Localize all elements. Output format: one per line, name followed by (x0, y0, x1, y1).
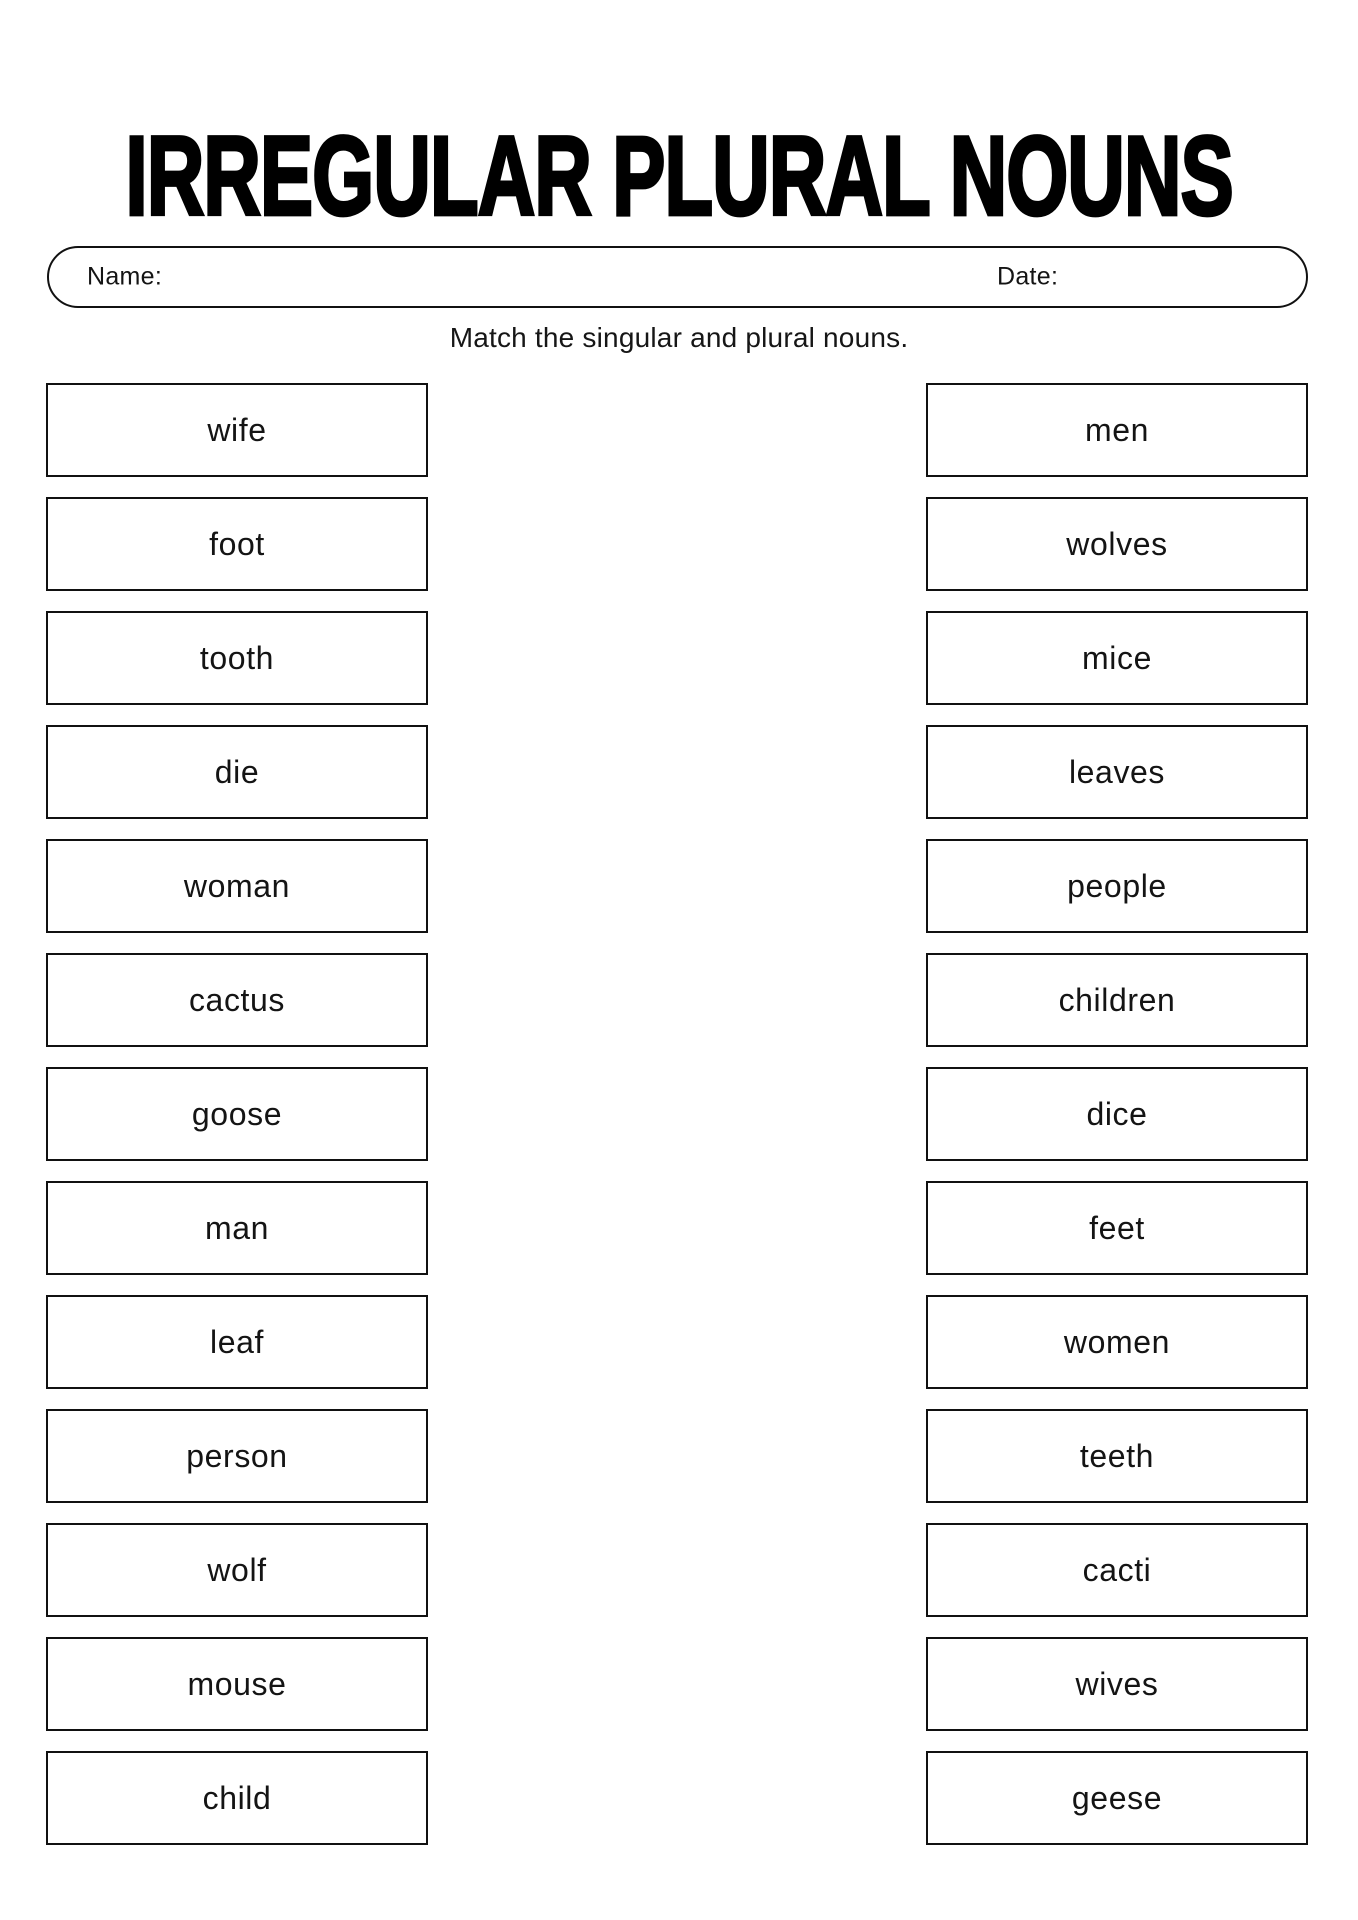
plural-noun-column: men wolves mice leaves people children dice fee… (926, 383, 1308, 1845)
singular-word-label: child (202, 1780, 272, 1816)
singular-word-label: cactus (188, 982, 286, 1018)
singular-word-box[interactable]: goose (46, 1067, 428, 1161)
instruction-text: Match the singular and plural nouns. (449, 322, 909, 353)
singular-word-box[interactable]: foot (46, 497, 428, 591)
plural-word-label: teeth (1079, 1438, 1155, 1474)
plural-word-box[interactable]: dice (926, 1067, 1308, 1161)
plural-word-box[interactable]: people (926, 839, 1308, 933)
plural-word-box[interactable]: men (926, 383, 1308, 477)
plural-word-box[interactable]: geese (926, 1751, 1308, 1845)
name-date-bar: Name: Date: (47, 246, 1308, 308)
plural-word-box[interactable]: wives (926, 1637, 1308, 1731)
plural-word-label: wolves (1066, 526, 1168, 562)
singular-word-label: wife (207, 412, 267, 448)
singular-word-box[interactable]: wolf (46, 1523, 428, 1617)
singular-word-label: wolf (207, 1552, 267, 1588)
singular-word-box[interactable]: child (46, 1751, 428, 1845)
singular-word-box[interactable]: tooth (46, 611, 428, 705)
plural-word-box[interactable]: teeth (926, 1409, 1308, 1503)
plural-word-box[interactable]: feet (926, 1181, 1308, 1275)
singular-word-box[interactable]: mouse (46, 1637, 428, 1731)
plural-word-label: women (1063, 1324, 1171, 1360)
plural-word-label: cacti (1082, 1552, 1152, 1588)
plural-word-box[interactable]: cacti (926, 1523, 1308, 1617)
singular-word-label: die (214, 754, 260, 790)
singular-word-label: mouse (187, 1666, 287, 1702)
plural-word-box[interactable]: leaves (926, 725, 1308, 819)
singular-word-box[interactable]: person (46, 1409, 428, 1503)
plural-word-label: feet (1089, 1210, 1145, 1246)
plural-word-label: wives (1075, 1666, 1159, 1702)
plural-word-label: leaves (1068, 754, 1166, 790)
plural-word-box[interactable]: children (926, 953, 1308, 1047)
plural-word-label: geese (1071, 1780, 1163, 1816)
plural-word-label: mice (1082, 640, 1152, 676)
singular-word-box[interactable]: die (46, 725, 428, 819)
singular-noun-column: wife foot tooth die woman cactus goose man leaf p… (46, 383, 428, 1845)
singular-word-label: person (186, 1438, 288, 1474)
singular-word-label: foot (209, 526, 265, 562)
singular-word-label: tooth (199, 640, 275, 676)
date-label: Date: (997, 262, 1059, 291)
plural-word-label: children (1058, 982, 1176, 1018)
plural-word-box[interactable]: wolves (926, 497, 1308, 591)
singular-word-label: woman (183, 868, 291, 904)
plural-word-box[interactable]: mice (926, 611, 1308, 705)
plural-word-label: men (1084, 412, 1150, 448)
singular-word-box[interactable]: cactus (46, 953, 428, 1047)
singular-word-label: goose (191, 1096, 283, 1132)
plural-word-label: people (1067, 868, 1167, 904)
singular-word-box[interactable]: wife (46, 383, 428, 477)
plural-word-box[interactable]: women (926, 1295, 1308, 1389)
plural-word-label: dice (1086, 1096, 1148, 1132)
singular-word-box[interactable]: leaf (46, 1295, 428, 1389)
singular-word-label: leaf (210, 1324, 264, 1360)
name-label: Name: (87, 262, 163, 291)
page-title: IRREGULAR PLURAL NOUNS (124, 112, 1235, 239)
singular-word-label: man (204, 1210, 270, 1246)
singular-word-box[interactable]: woman (46, 839, 428, 933)
singular-word-box[interactable]: man (46, 1181, 428, 1275)
